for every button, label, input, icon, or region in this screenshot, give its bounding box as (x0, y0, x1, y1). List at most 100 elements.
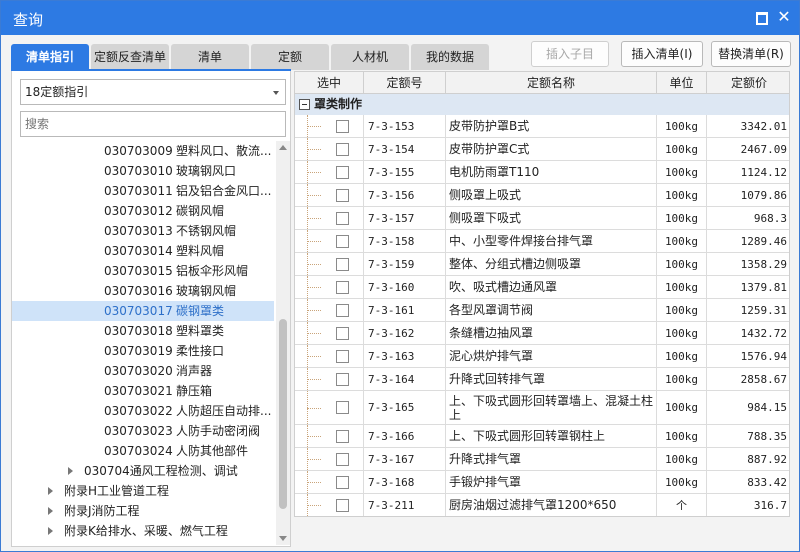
tree-item[interactable]: 030703019 柔性接口 (12, 341, 274, 361)
tree-node[interactable]: 030704通风工程检测、调试 (12, 461, 274, 481)
tree-item[interactable]: 030703020 消声器 (12, 361, 274, 381)
tree-scrollbar[interactable] (276, 141, 290, 545)
row-checkbox[interactable] (336, 211, 349, 225)
row-checkbox[interactable] (336, 257, 349, 271)
row-checkbox[interactable] (336, 142, 349, 156)
row-checkbox[interactable] (336, 401, 349, 414)
header-price[interactable]: 定额价 (707, 72, 789, 94)
table-row[interactable]: 7-3-163 泥心烘炉排气罩 100kg 1576.94 (295, 345, 789, 368)
search-input[interactable] (20, 111, 286, 137)
quota-unit: 100kg (657, 207, 707, 229)
title-bar[interactable]: 查询 ✕ (1, 1, 799, 35)
quota-name: 中、小型零件焊接台排气罩 (446, 230, 657, 252)
header-unit[interactable]: 单位 (657, 72, 707, 94)
tree-node[interactable]: 附录J消防工程 (12, 501, 274, 521)
grid-header: 选中 定额号 定额名称 单位 定额价 (295, 72, 789, 94)
select-cell (295, 207, 364, 229)
tree-item[interactable]: 030703016 玻璃钢风帽 (12, 281, 274, 301)
tree-item[interactable]: 030703010 玻璃钢风口 (12, 161, 274, 181)
row-checkbox[interactable] (336, 234, 349, 248)
tree-item[interactable]: 030703023 人防手动密闭阀 (12, 421, 274, 441)
header-select[interactable]: 选中 (295, 72, 364, 94)
row-checkbox[interactable] (336, 303, 349, 317)
table-row[interactable]: 7-3-159 整体、分组式槽边侧吸罩 100kg 1358.29 (295, 253, 789, 276)
row-checkbox[interactable] (336, 119, 349, 133)
quota-unit: 100kg (657, 138, 707, 160)
row-checkbox[interactable] (336, 188, 349, 202)
table-row[interactable]: 7-3-162 条缝槽边抽风罩 100kg 1432.72 (295, 322, 789, 345)
tree-line (307, 218, 321, 219)
chevron-right-icon[interactable] (48, 487, 53, 495)
collapse-icon[interactable] (299, 99, 310, 110)
tree-item[interactable]: 030703021 静压箱 (12, 381, 274, 401)
tree-item-selected[interactable]: 030703017 碳钢罩类 (12, 301, 274, 321)
tab-my-data[interactable]: 我的数据 (411, 44, 489, 70)
tree-item[interactable]: 030703013 不锈钢风帽 (12, 221, 274, 241)
tree-item[interactable]: 030703022 人防超压自动排... (12, 401, 274, 421)
tree-item[interactable]: 030703015 铝板伞形风帽 (12, 261, 274, 281)
tree-node[interactable]: 附录H工业管道工程 (12, 481, 274, 501)
scroll-up-icon[interactable] (279, 145, 287, 150)
row-checkbox[interactable] (336, 372, 349, 386)
tree-item[interactable]: 030703012 碳钢风帽 (12, 201, 274, 221)
tab-quota[interactable]: 定额 (251, 44, 329, 70)
tree-item[interactable]: 030703024 人防其他部件 (12, 441, 274, 461)
tree-item[interactable]: 030703014 塑料风帽 (12, 241, 274, 261)
tree-item[interactable]: 030703011 铝及铝合金风口... (12, 181, 274, 201)
table-row[interactable]: 7-3-155 电机防雨罩T110 100kg 1124.12 (295, 161, 789, 184)
tab-labor-material[interactable]: 人材机 (331, 44, 409, 70)
quota-name: 条缝槽边抽风罩 (446, 322, 657, 344)
row-checkbox[interactable] (336, 280, 349, 294)
tree-item[interactable]: 030703009 塑料风口、散流... (12, 141, 274, 161)
scroll-down-icon[interactable] (279, 536, 287, 541)
table-row[interactable]: 7-3-164 升降式回转排气罩 100kg 2858.67 (295, 368, 789, 391)
table-row[interactable]: 7-3-160 吹、吸式槽边通风罩 100kg 1379.81 (295, 276, 789, 299)
tab-reverse-lookup[interactable]: 定额反查清单 (91, 44, 169, 70)
table-row[interactable]: 7-3-154 皮带防护罩C式 100kg 2467.09 (295, 138, 789, 161)
scrollbar-thumb[interactable] (279, 319, 287, 509)
table-row[interactable]: 7-3-165 上、下吸式圆形回转罩墙上、混凝土柱上 100kg 984.15 (295, 391, 789, 425)
quota-price: 1259.31 (740, 303, 787, 317)
tree-item[interactable]: 030703018 塑料罩类 (12, 321, 274, 341)
tab-list-guide[interactable]: 清单指引 (11, 44, 89, 70)
row-checkbox[interactable] (336, 498, 349, 512)
table-row[interactable]: 7-3-168 手锻炉排气罩 100kg 833.42 (295, 471, 789, 494)
table-row[interactable]: 7-3-211 厨房油烟过滤排气罩1200*650 个 316.7 (295, 494, 789, 516)
header-name[interactable]: 定额名称 (446, 72, 657, 94)
table-row[interactable]: 7-3-157 侧吸罩下吸式 100kg 968.3 (295, 207, 789, 230)
table-row[interactable]: 7-3-161 各型风罩调节阀 100kg 1259.31 (295, 299, 789, 322)
close-icon[interactable]: ✕ (777, 9, 791, 25)
tab-list[interactable]: 清单 (171, 44, 249, 70)
row-checkbox[interactable] (336, 165, 349, 179)
row-checkbox[interactable] (336, 475, 349, 489)
select-cell (295, 276, 364, 298)
insert-list-button[interactable]: 插入清单(I) (621, 41, 703, 67)
quota-name: 侧吸罩上吸式 (446, 184, 657, 206)
table-row[interactable]: 7-3-156 侧吸罩上吸式 100kg 1079.86 (295, 184, 789, 207)
table-row[interactable]: 7-3-167 升降式排气罩 100kg 887.92 (295, 448, 789, 471)
maximize-icon[interactable] (754, 10, 768, 25)
quota-name: 手锻炉排气罩 (446, 471, 657, 493)
table-row[interactable]: 7-3-166 上、下吸式圆形回转罩钢柱上 100kg 788.35 (295, 425, 789, 448)
tree-node[interactable]: 附录K给排水、采暖、燃气工程 (12, 521, 274, 541)
table-row[interactable]: 7-3-153 皮带防护罩B式 100kg 3342.01 (295, 115, 789, 138)
chevron-right-icon[interactable] (48, 527, 53, 535)
insert-child-button[interactable]: 插入子目 (531, 41, 609, 67)
row-checkbox[interactable] (336, 452, 349, 466)
quota-name: 整体、分组式槽边侧吸罩 (446, 253, 657, 275)
table-row[interactable]: 7-3-158 中、小型零件焊接台排气罩 100kg 1289.46 (295, 230, 789, 253)
quota-name: 泥心烘炉排气罩 (446, 345, 657, 367)
row-checkbox[interactable] (336, 349, 349, 363)
select-cell (295, 322, 364, 344)
chevron-right-icon[interactable] (48, 507, 53, 515)
quota-price: 1124.12 (740, 165, 787, 179)
chevron-right-icon[interactable] (68, 467, 73, 475)
quota-unit: 100kg (657, 276, 707, 298)
header-code[interactable]: 定额号 (364, 72, 446, 94)
group-row[interactable]: 罩类制作 (295, 94, 789, 115)
quota-code: 7-3-166 (364, 425, 446, 447)
guide-select[interactable]: 18定额指引 (20, 79, 286, 105)
row-checkbox[interactable] (336, 326, 349, 340)
replace-list-button[interactable]: 替换清单(R) (711, 41, 791, 67)
row-checkbox[interactable] (336, 429, 349, 443)
